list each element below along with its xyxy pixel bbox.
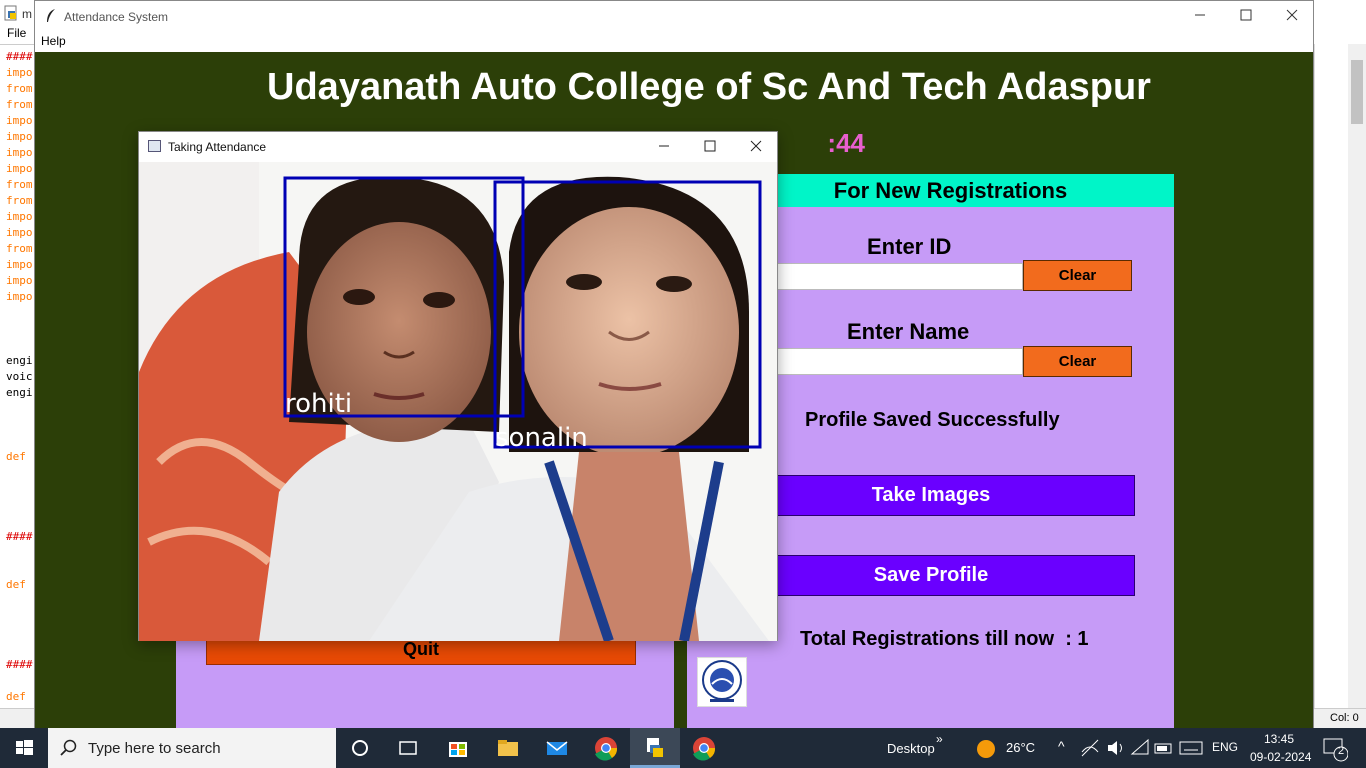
python-taskbar-slot[interactable] [630, 728, 680, 768]
code-line: impo [6, 114, 33, 127]
camera-close-button[interactable] [733, 132, 779, 162]
clock-time[interactable]: 13:45 [1264, 732, 1294, 746]
wifi-icon[interactable] [1128, 736, 1152, 760]
college-logo [697, 657, 747, 707]
minimize-icon [659, 145, 669, 147]
college-title: Udayanath Auto College of Sc And Tech Ad… [267, 66, 1151, 108]
maximize-icon [1240, 9, 1252, 21]
microsoft-store-icon[interactable] [444, 734, 472, 762]
search-placeholder: Type here to search [88, 740, 221, 757]
python-file-icon [4, 5, 17, 21]
chrome-icon[interactable] [592, 734, 620, 762]
camera-minimize-button[interactable] [641, 132, 687, 162]
code-line: from [6, 194, 33, 207]
search-icon [60, 739, 77, 756]
menu-help[interactable]: Help [41, 34, 66, 48]
enter-name-label: Enter Name [847, 319, 970, 344]
clear-name-button[interactable]: Clear [1023, 346, 1132, 377]
code-line: from [6, 178, 33, 191]
app-close-button[interactable] [1269, 1, 1315, 31]
chrome-icon-2[interactable] [690, 734, 718, 762]
editor-scroll-thumb[interactable] [1351, 60, 1363, 124]
code-line: voic [6, 370, 33, 383]
window-app-icon [148, 140, 161, 152]
file-explorer-icon[interactable] [494, 734, 522, 762]
battery-icon[interactable] [1152, 736, 1176, 760]
weather-sun-icon[interactable] [972, 734, 1000, 762]
volume-icon[interactable] [1104, 736, 1128, 760]
code-line: def [6, 450, 26, 463]
code-line: impo [6, 290, 33, 303]
network-icon[interactable] [1078, 736, 1102, 760]
minimize-icon [1195, 14, 1205, 16]
close-icon [1286, 9, 1298, 21]
app-titlebar[interactable]: Attendance System [35, 1, 1313, 31]
close-icon [750, 140, 762, 152]
app-window-title: Attendance System [64, 10, 169, 24]
face-label-2: sonalin [495, 423, 588, 453]
camera-maximize-button[interactable] [687, 132, 733, 162]
app-minimize-button[interactable] [1177, 1, 1223, 31]
code-line: impo [6, 146, 33, 159]
clock-date[interactable]: 09-02-2024 [1250, 750, 1311, 764]
editor-scrollbar[interactable] [1348, 44, 1366, 708]
total-registrations: Total Registrations till now : 1 [800, 628, 1089, 650]
chevron-up-icon[interactable]: ^ [1058, 738, 1065, 754]
taking-attendance-window: Taking Attendance rohiti sonalin [138, 131, 778, 641]
clear-id-button[interactable]: Clear [1023, 260, 1132, 291]
maximize-icon [704, 140, 716, 152]
start-button[interactable] [0, 728, 48, 768]
notification-count: 2 [1338, 745, 1345, 757]
app-maximize-button[interactable] [1223, 1, 1269, 31]
code-line: impo [6, 130, 33, 143]
app-menubar: Help [35, 31, 1313, 51]
college-seal-icon [702, 660, 742, 702]
editor-menu-file-label: File [7, 26, 27, 40]
taskbar-search-box[interactable]: Type here to search [48, 728, 336, 768]
code-line: impo [6, 162, 33, 175]
code-line: def [6, 690, 26, 703]
code-line: engi [6, 354, 33, 367]
weather-temp[interactable]: 26°C [1006, 740, 1035, 755]
language-indicator[interactable]: ENG [1212, 740, 1238, 754]
feather-icon [47, 9, 55, 22]
mail-icon[interactable] [543, 734, 571, 762]
code-line: #### [6, 50, 33, 63]
status-message: Profile Saved Successfully [805, 409, 1060, 431]
code-line: from [6, 98, 33, 111]
code-line: impo [6, 258, 33, 271]
code-line: def [6, 578, 26, 591]
camera-titlebar[interactable]: Taking Attendance [139, 132, 777, 162]
desktop-toolbar-label[interactable]: Desktop [887, 741, 935, 756]
code-line: from [6, 242, 33, 255]
editor-code-area[interactable]: #### impo from from impo impo impo impo from from… [0, 44, 34, 708]
enter-id-label: Enter ID [867, 234, 952, 259]
camera-feed: rohiti sonalin [139, 162, 777, 641]
editor-title-text: m [22, 7, 32, 21]
code-line: engi [6, 386, 33, 399]
keyboard-icon[interactable] [1178, 736, 1206, 760]
windows-taskbar: Type here to search Desktop » 26°C ^ ENG… [0, 728, 1366, 768]
code-line: impo [6, 226, 33, 239]
code-line: #### [6, 530, 33, 543]
windows-logo-icon [16, 740, 33, 755]
code-line: #### [6, 658, 33, 671]
code-line: impo [6, 210, 33, 223]
code-line: from [6, 82, 33, 95]
editor-col-status: Col: 0 [1330, 712, 1359, 724]
camera-window-title: Taking Attendance [168, 140, 267, 154]
camera-frame-image [139, 162, 777, 641]
chevron-double-right-icon[interactable]: » [936, 732, 943, 746]
code-line: impo [6, 66, 33, 79]
python-icon [647, 738, 663, 757]
task-view-icon[interactable] [394, 734, 422, 762]
cortana-icon[interactable] [346, 734, 374, 762]
code-line: impo [6, 274, 33, 287]
face-label-1: rohiti [285, 389, 353, 419]
